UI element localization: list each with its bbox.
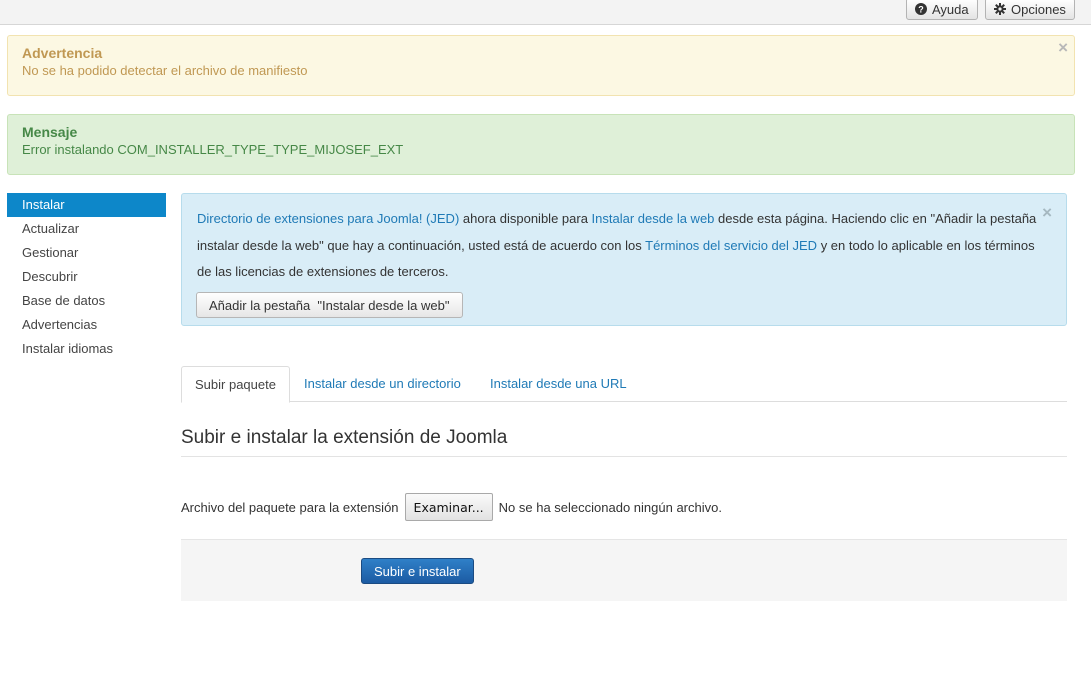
message-heading: Mensaje (22, 124, 78, 140)
message-text: Error instalando COM_INSTALLER_TYPE_TYPE… (22, 142, 404, 157)
install-from-web-link[interactable]: Instalar desde la web (592, 211, 715, 226)
sidebar-item-instalar[interactable]: Instalar (7, 193, 166, 217)
form-actions: Subir e instalar (181, 539, 1067, 601)
sidebar-item-instalar-idiomas[interactable]: Instalar idiomas (7, 337, 166, 361)
help-button[interactable]: ? Ayuda (906, 0, 978, 20)
jed-text-part: ahora disponible para (459, 211, 592, 226)
question-circle-icon: ? (915, 3, 927, 15)
warning-text: No se ha podido detectar el archivo de m… (22, 63, 308, 78)
sidebar-item-descubrir[interactable]: Descubrir (7, 265, 166, 289)
message-alert: Mensaje Error instalando COM_INSTALLER_T… (7, 114, 1075, 175)
gear-icon (994, 3, 1006, 15)
install-tabs: Subir paquete Instalar desde un director… (181, 366, 1067, 403)
jed-info-text: Directorio de extensiones para Joomla! (… (197, 206, 1037, 286)
sidebar-nav: Instalar Actualizar Gestionar Descubrir … (7, 193, 166, 361)
help-button-label: Ayuda (932, 1, 969, 17)
file-label: Archivo del paquete para la extensión (181, 499, 399, 515)
jed-terms-link[interactable]: Términos del servicio del JED (645, 238, 817, 253)
tab-instalar-desde-directorio[interactable]: Instalar desde un directorio (291, 366, 474, 402)
sidebar-item-actualizar[interactable]: Actualizar (7, 217, 166, 241)
jed-directory-link[interactable]: Directorio de extensiones para Joomla! (… (197, 211, 459, 226)
top-toolbar: ? Ayuda Opciones (0, 0, 1091, 25)
jed-info-alert: × Directorio de extensiones para Joomla!… (181, 193, 1067, 326)
upload-install-button[interactable]: Subir e instalar (361, 558, 474, 584)
sidebar-item-base-de-datos[interactable]: Base de datos (7, 289, 166, 313)
browse-button[interactable]: Examinar... (404, 493, 493, 521)
file-upload-row: Archivo del paquete para la extensión Ex… (181, 493, 722, 521)
sidebar-item-gestionar[interactable]: Gestionar (7, 241, 166, 265)
warning-alert: × Advertencia No se ha podido detectar e… (7, 35, 1075, 96)
svg-text:?: ? (918, 4, 924, 14)
options-button-label: Opciones (1011, 1, 1066, 17)
options-button[interactable]: Opciones (985, 0, 1075, 20)
sidebar-item-advertencias[interactable]: Advertencias (7, 313, 166, 337)
close-icon[interactable]: × (1042, 204, 1052, 221)
close-icon[interactable]: × (1058, 39, 1068, 56)
tab-instalar-desde-url[interactable]: Instalar desde una URL (477, 366, 640, 402)
no-file-text: No se ha seleccionado ningún archivo. (498, 499, 722, 515)
warning-heading: Advertencia (22, 45, 103, 61)
page-title: Subir e instalar la extensión de Joomla (181, 426, 1067, 457)
tab-subir-paquete[interactable]: Subir paquete (181, 366, 290, 403)
add-web-install-tab-button[interactable]: Añadir la pestaña "Instalar desde la web… (196, 292, 463, 318)
